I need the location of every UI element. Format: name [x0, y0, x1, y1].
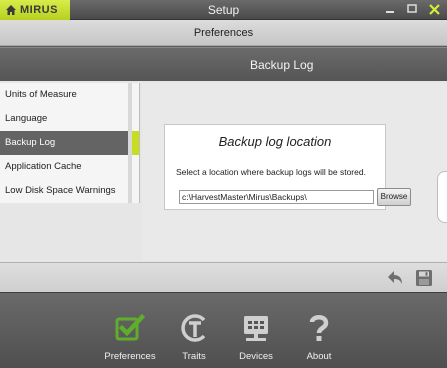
- bottom-nav: Preferences Traits Devices About: [0, 292, 447, 368]
- save-button[interactable]: [414, 268, 434, 288]
- undo-button[interactable]: [385, 268, 405, 288]
- nav-about[interactable]: About: [289, 293, 349, 368]
- sidebar-scrollbar[interactable]: [128, 83, 132, 203]
- panel-pull-tab[interactable]: [437, 171, 447, 223]
- minimize-icon: [386, 11, 394, 13]
- title-bar: MIRUS Setup: [0, 0, 447, 20]
- close-icon: [428, 3, 440, 15]
- nav-devices-label: Devices: [239, 351, 273, 362]
- sidebar-item-application-cache[interactable]: Application Cache: [0, 155, 139, 179]
- sidebar-item-units-of-measure[interactable]: Units of Measure: [0, 83, 139, 107]
- nav-about-label: About: [306, 351, 332, 362]
- save-icon: [416, 270, 432, 286]
- question-mark-icon: [309, 315, 329, 341]
- devices-icon: [244, 316, 268, 341]
- minimize-button[interactable]: [383, 2, 397, 16]
- browse-button[interactable]: Browse: [377, 188, 411, 206]
- checkbox-check-icon: [115, 313, 145, 341]
- nav-traits[interactable]: Traits: [164, 293, 224, 368]
- undo-icon: [388, 271, 402, 284]
- nav-preferences[interactable]: Preferences: [100, 293, 160, 368]
- nav-traits-label: Traits: [182, 351, 206, 362]
- maximize-button[interactable]: [405, 2, 419, 16]
- section-title: Backup Log: [250, 58, 314, 72]
- main-content: Units of Measure Language Backup Log App…: [0, 81, 447, 262]
- sidebar-item-low-disk-space-warnings[interactable]: Low Disk Space Warnings: [0, 179, 139, 203]
- action-bar: [0, 262, 447, 292]
- card-description: Select a location where backup logs will…: [176, 167, 366, 177]
- maximize-icon: [407, 4, 417, 13]
- close-button[interactable]: [427, 2, 441, 16]
- backup-path-input[interactable]: [179, 190, 374, 204]
- section-header: Backup Log: [0, 47, 447, 81]
- backup-location-card: Backup log location Select a location wh…: [164, 124, 411, 210]
- traits-icon: [181, 314, 206, 342]
- nav-devices[interactable]: Devices: [226, 293, 286, 368]
- sidebar-item-backup-log[interactable]: Backup Log: [0, 131, 139, 155]
- preferences-header: Preferences: [0, 20, 447, 46]
- detail-panel: Backup log location Select a location wh…: [142, 83, 447, 260]
- card-title: Backup log location: [218, 134, 332, 149]
- window-title: Setup: [207, 3, 240, 17]
- sidebar-item-language[interactable]: Language: [0, 107, 139, 131]
- nav-preferences-label: Preferences: [104, 351, 156, 362]
- preferences-sidebar: Units of Measure Language Backup Log App…: [0, 83, 140, 203]
